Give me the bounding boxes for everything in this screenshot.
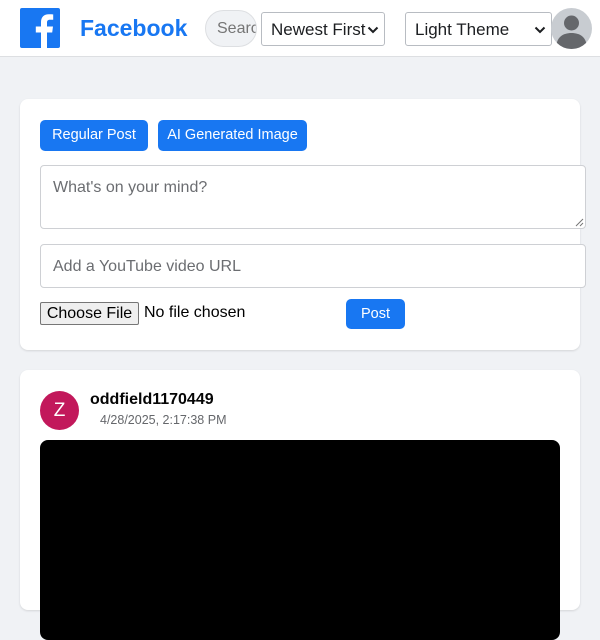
ai-generated-image-button[interactable]: AI Generated Image xyxy=(158,120,307,151)
theme-select[interactable]: Light Theme xyxy=(405,12,552,46)
feed-post: Z oddfield1170449 4/28/2025, 2:17:38 PM xyxy=(20,370,580,640)
user-avatar-icon[interactable] xyxy=(551,8,592,49)
chevron-down-icon xyxy=(367,26,379,34)
theme-select-value: Light Theme xyxy=(415,20,510,39)
facebook-logo-icon[interactable] xyxy=(20,8,60,48)
youtube-url-placeholder: Add a YouTube video URL xyxy=(53,258,241,275)
post-composer: Regular Post AI Generated Image What's o… xyxy=(20,99,586,350)
video-player[interactable] xyxy=(40,440,560,640)
post-text-input[interactable]: What's on your mind? xyxy=(40,165,586,229)
post-username[interactable]: oddfield1170449 xyxy=(90,391,214,409)
avatar[interactable]: Z xyxy=(40,391,79,430)
post-button[interactable]: Post xyxy=(346,299,405,329)
file-status-text: No file chosen xyxy=(144,304,246,321)
regular-post-button[interactable]: Regular Post xyxy=(40,120,148,151)
youtube-url-input[interactable]: Add a YouTube video URL xyxy=(40,244,586,288)
choose-file-button[interactable]: Choose File xyxy=(40,302,139,325)
chevron-down-icon xyxy=(534,26,546,34)
brand-title[interactable]: Facebook xyxy=(80,14,187,42)
post-timestamp: 4/28/2025, 2:17:38 PM xyxy=(100,413,227,427)
top-navbar: Facebook Newest First Light Theme xyxy=(0,0,600,57)
sort-select-value: Newest First xyxy=(271,20,366,39)
sort-select[interactable]: Newest First xyxy=(261,12,385,46)
search-input[interactable] xyxy=(205,10,257,47)
resize-grip-icon[interactable] xyxy=(575,218,584,227)
post-text-placeholder: What's on your mind? xyxy=(53,179,208,196)
